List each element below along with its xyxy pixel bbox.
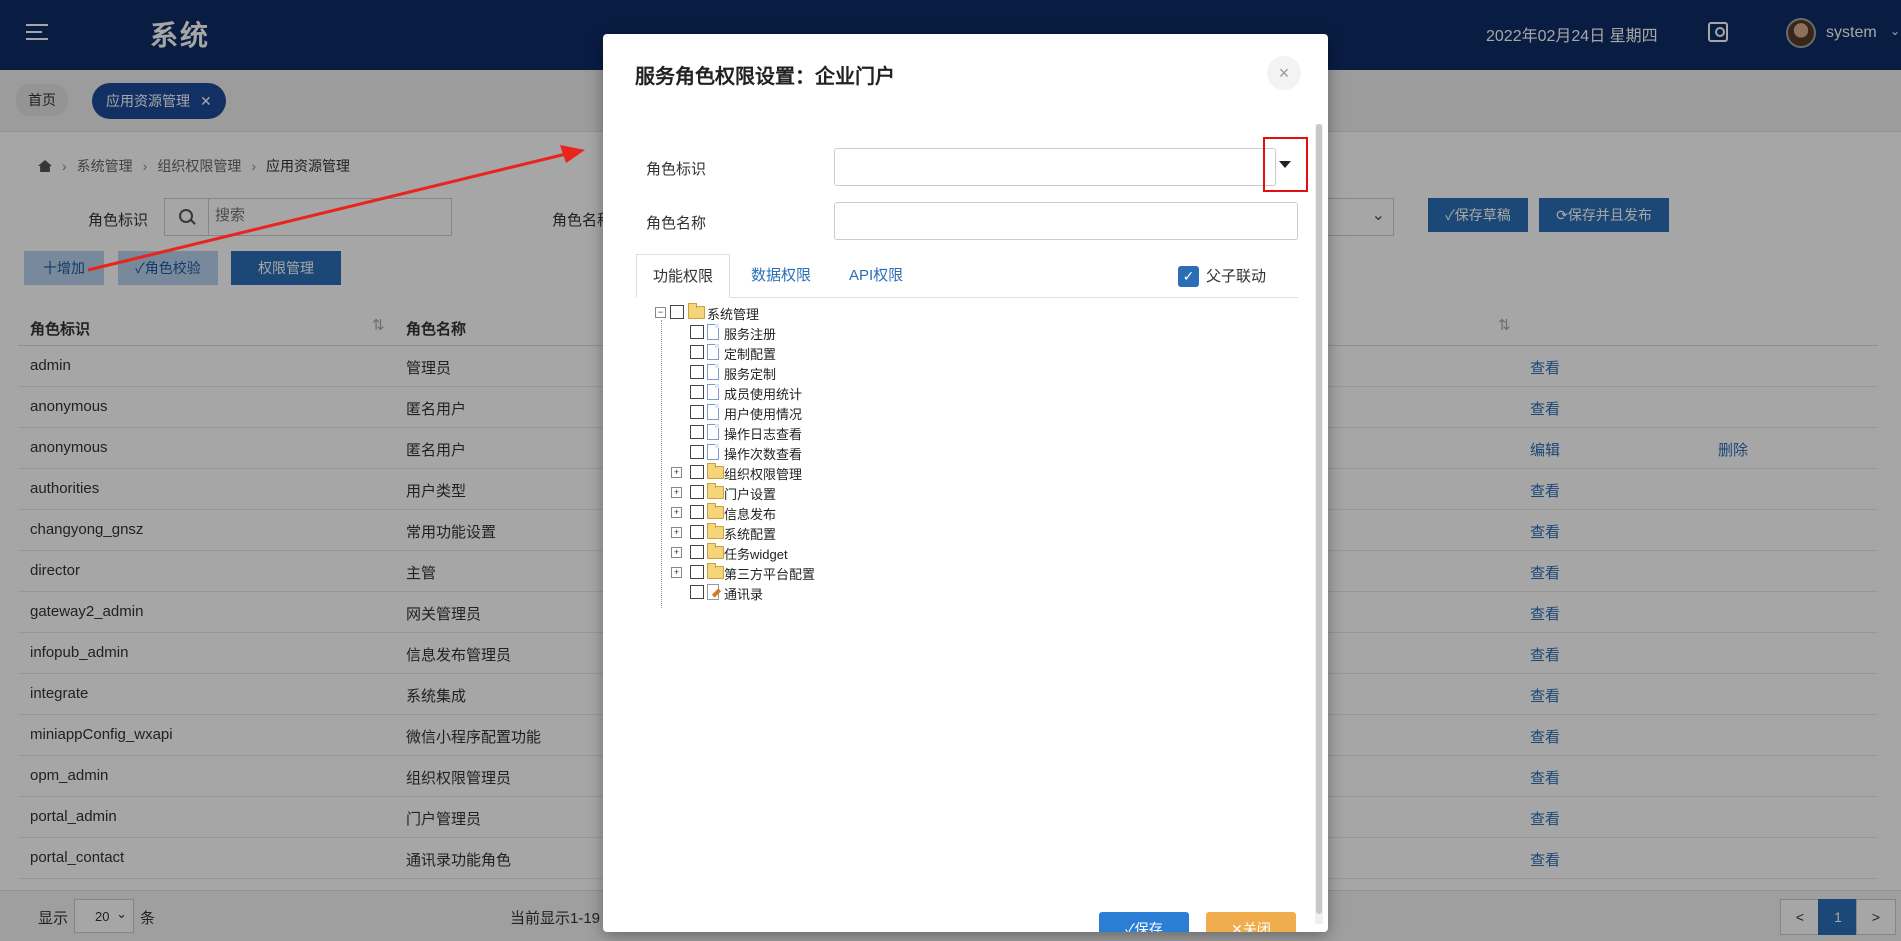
role-name-field[interactable] (834, 202, 1298, 240)
tree-node-leaf: 成员使用统计 (603, 384, 903, 402)
tree-node-folder: + 组织权限管理 (603, 463, 903, 483)
tree-checkbox[interactable] (690, 525, 704, 539)
tree-checkbox[interactable] (690, 465, 704, 479)
document-edit-icon (707, 584, 719, 600)
document-icon (707, 424, 719, 440)
folder-icon (707, 483, 724, 499)
tree-checkbox[interactable] (690, 425, 704, 439)
expand-icon[interactable]: + (671, 507, 682, 518)
dialog-scrollbar[interactable] (1315, 124, 1323, 924)
tree-node-label[interactable]: 定制配置 (724, 344, 776, 363)
role-name-label: 角色名称 (646, 215, 707, 232)
document-icon (707, 364, 719, 380)
tree-checkbox[interactable] (690, 445, 704, 459)
expand-icon[interactable]: + (671, 547, 682, 558)
parent-child-linkage-label: 父子联动 (1206, 268, 1267, 285)
tree-node-label[interactable]: 服务定制 (724, 364, 776, 383)
folder-icon (707, 463, 724, 479)
tree-node-label[interactable]: 系统管理 (707, 304, 759, 323)
tab-function-permission[interactable]: 功能权限 (636, 254, 730, 298)
tree-node-leaf: 操作次数查看 (603, 444, 903, 462)
tree-node-label[interactable]: 组织权限管理 (724, 464, 802, 483)
tree-node-label[interactable]: 用户使用情况 (724, 404, 802, 423)
document-icon (707, 444, 719, 460)
expand-icon[interactable]: + (671, 527, 682, 538)
tree-checkbox[interactable] (690, 325, 704, 339)
expand-icon[interactable]: + (671, 467, 682, 478)
role-id-label: 角色标识 (646, 161, 707, 178)
tab-api-permission[interactable]: API权限 (849, 254, 903, 298)
expand-icon[interactable]: + (671, 567, 682, 578)
tree-checkbox[interactable] (690, 545, 704, 559)
tree-node-label[interactable]: 成员使用统计 (724, 384, 802, 403)
folder-icon (707, 563, 724, 579)
folder-icon (707, 503, 724, 519)
tree-node-label[interactable]: 门户设置 (724, 484, 776, 503)
permission-tree: − 系统管理 服务注册 定制配置 服务定制 成员使用统计 用户使用情况 操作日志查看 操作次数查… (603, 303, 1303, 644)
tree-connector (661, 320, 662, 608)
tree-node-folder: + 任务widget (603, 543, 903, 563)
tree-node-folder: + 门户设置 (603, 483, 903, 503)
tab-data-permission[interactable]: 数据权限 (751, 254, 811, 298)
tree-node-label[interactable]: 任务widget (724, 544, 788, 563)
tree-node-root: − 系统管理 (603, 303, 903, 323)
folder-icon (707, 523, 724, 539)
role-id-field[interactable] (834, 148, 1276, 186)
close-button[interactable]: ✕关闭 (1206, 912, 1296, 932)
folder-open-icon (688, 303, 705, 319)
tree-node-leaf: 服务定制 (603, 364, 903, 382)
save-button[interactable]: ✓保存 (1099, 912, 1189, 932)
tree-node-folder: + 信息发布 (603, 503, 903, 523)
tree-node-folder: + 系统配置 (603, 523, 903, 543)
tree-checkbox[interactable] (690, 385, 704, 399)
expand-icon[interactable]: + (671, 487, 682, 498)
tree-node-leaf: 操作日志查看 (603, 424, 903, 442)
parent-child-linkage-checkbox[interactable]: ✓ (1178, 266, 1199, 287)
dialog-title: 服务角色权限设置：企业门户 (635, 66, 895, 88)
tree-node-label[interactable]: 第三方平台配置 (724, 564, 815, 583)
tree-node-label[interactable]: 通讯录 (724, 584, 763, 603)
tree-checkbox[interactable] (690, 405, 704, 419)
tree-node-leaf: 服务注册 (603, 324, 903, 342)
caret-down-icon (1279, 161, 1291, 168)
tree-node-label[interactable]: 服务注册 (724, 324, 776, 343)
tree-checkbox[interactable] (690, 565, 704, 579)
document-icon (707, 344, 719, 360)
document-icon (707, 404, 719, 420)
tree-checkbox[interactable] (670, 305, 684, 319)
folder-icon (707, 543, 724, 559)
tree-checkbox[interactable] (690, 505, 704, 519)
role-permission-dialog: 服务角色权限设置：企业门户 × 角色标识 角色名称 功能权限 数据权限 API权… (603, 34, 1328, 932)
tree-checkbox[interactable] (690, 585, 704, 599)
collapse-icon[interactable]: − (655, 307, 666, 318)
document-icon (707, 384, 719, 400)
close-icon[interactable]: × (1267, 56, 1301, 90)
tree-node-label[interactable]: 操作日志查看 (724, 424, 802, 443)
tree-checkbox[interactable] (690, 345, 704, 359)
tree-node-folder: + 第三方平台配置 (603, 563, 903, 583)
tree-node-label[interactable]: 系统配置 (724, 524, 776, 543)
tree-node-leaf: 定制配置 (603, 344, 903, 362)
document-icon (707, 324, 719, 340)
tree-node-label[interactable]: 信息发布 (724, 504, 776, 523)
tree-node-leaf: 通讯录 (603, 584, 903, 602)
tree-checkbox[interactable] (690, 365, 704, 379)
tree-node-label[interactable]: 操作次数查看 (724, 444, 802, 463)
tree-checkbox[interactable] (690, 485, 704, 499)
role-id-dropdown-button[interactable] (1263, 137, 1308, 192)
tree-node-leaf: 用户使用情况 (603, 404, 903, 422)
